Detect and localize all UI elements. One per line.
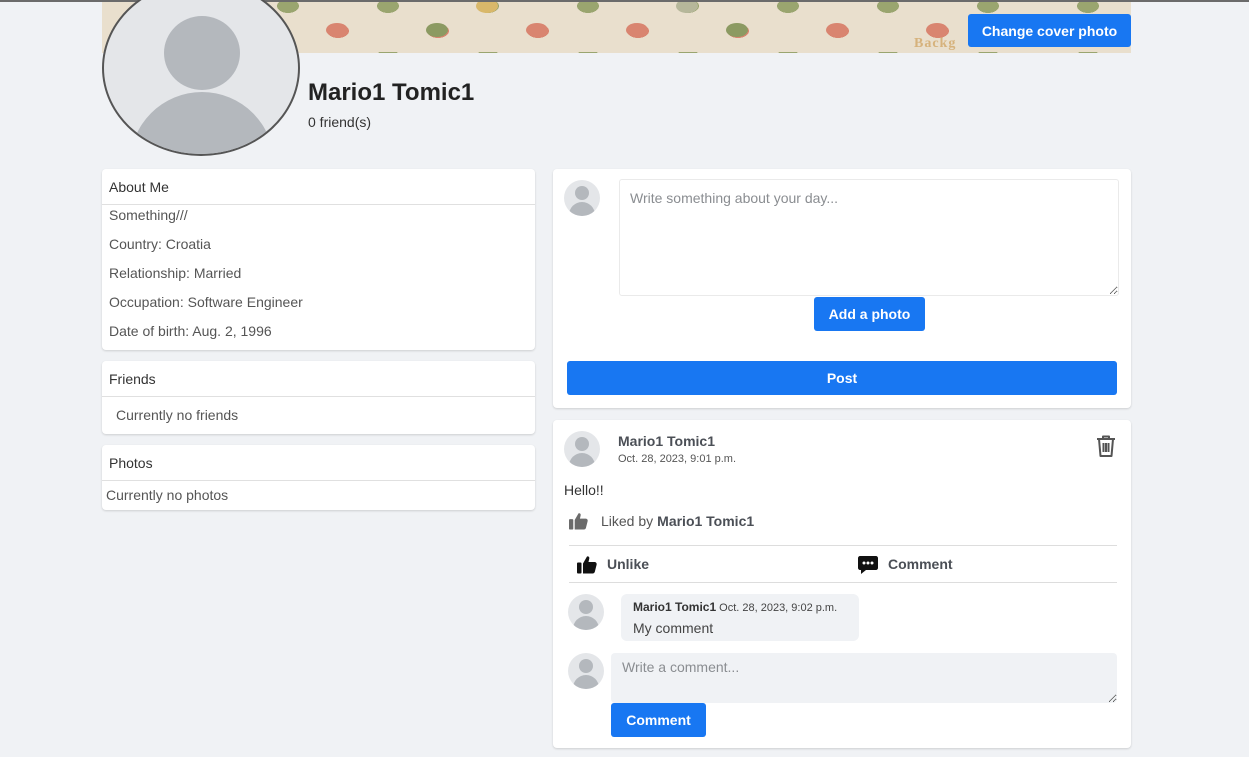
friends-card: Friends Currently no friends <box>102 361 535 434</box>
comment-author-avatar[interactable] <box>568 594 604 630</box>
comment-action-button[interactable]: Comment <box>858 546 953 582</box>
comment-input[interactable] <box>611 653 1117 703</box>
avatar-head-shape <box>164 16 240 90</box>
comment-submit-button[interactable]: Comment <box>611 703 706 737</box>
comment-bubble-icon <box>858 555 878 574</box>
comment-author-name[interactable]: Mario1 Tomic1 <box>633 600 716 614</box>
post-composer: Add a photo Post <box>553 169 1131 408</box>
liked-by-prefix: Liked by <box>601 513 654 529</box>
comment-input-avatar <box>568 653 604 689</box>
friends-empty-text: Currently no friends <box>116 407 239 423</box>
comment-author: Mario1 Tomic1 Oct. 28, 2023, 9:02 p.m. <box>633 600 837 614</box>
about-line: Occupation: Software Engineer <box>109 294 303 310</box>
comment-date: Oct. 28, 2023, 9:02 p.m. <box>719 602 838 614</box>
about-me-card: About Me Something/// Country: Croatia R… <box>102 169 535 350</box>
trash-icon[interactable] <box>1095 434 1117 458</box>
post-text-input[interactable] <box>619 179 1119 296</box>
photos-title: Photos <box>102 445 535 481</box>
photos-card: Photos Currently no photos <box>102 445 535 510</box>
comment-action-label: Comment <box>888 556 953 572</box>
avatar-body-shape <box>130 92 274 154</box>
about-line: Date of birth: Aug. 2, 1996 <box>109 323 272 339</box>
add-photo-button[interactable]: Add a photo <box>814 297 925 331</box>
comment-text: My comment <box>633 620 714 636</box>
comment-bubble: Mario1 Tomic1 Oct. 28, 2023, 9:02 p.m. My… <box>621 594 859 641</box>
friend-count: 0 friend(s) <box>308 114 372 130</box>
thumbs-up-icon <box>577 555 597 573</box>
post-date: Oct. 28, 2023, 9:01 p.m. <box>618 453 737 465</box>
profile-name: Mario1 Tomic1 <box>308 79 475 106</box>
unlike-label: Unlike <box>607 556 650 572</box>
post-text: Hello!! <box>564 482 604 498</box>
liked-by-name[interactable]: Mario1 Tomic1 <box>657 513 754 529</box>
profile-avatar[interactable] <box>102 0 300 156</box>
post-button[interactable]: Post <box>567 361 1117 395</box>
friends-title: Friends <box>102 361 535 397</box>
thumbs-up-icon <box>569 513 588 530</box>
photos-empty-text: Currently no photos <box>106 487 229 503</box>
change-cover-photo-button[interactable]: Change cover photo <box>968 14 1131 47</box>
post-actions-bar: Unlike Comment <box>569 545 1117 583</box>
composer-avatar <box>564 180 600 216</box>
cover-watermark-text: Backg <box>914 36 957 51</box>
about-me-title: About Me <box>102 169 535 205</box>
about-line: Country: Croatia <box>109 236 211 252</box>
post-card: Mario1 Tomic1 Oct. 28, 2023, 9:01 p.m. H… <box>553 420 1131 748</box>
about-line: Relationship: Married <box>109 265 242 281</box>
about-line: Something/// <box>109 207 188 223</box>
post-author-name[interactable]: Mario1 Tomic1 <box>618 433 715 449</box>
unlike-button[interactable]: Unlike <box>577 546 649 582</box>
post-author-avatar[interactable] <box>564 431 600 467</box>
liked-by-row: Liked by Mario1 Tomic1 <box>569 512 754 530</box>
